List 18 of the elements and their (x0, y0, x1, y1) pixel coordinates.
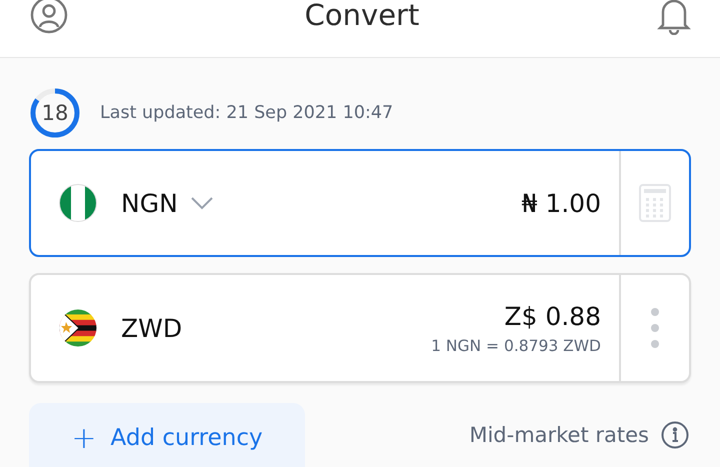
currency-code: NGN (121, 188, 178, 218)
info-icon[interactable] (661, 421, 689, 449)
countdown-ring: 18 (28, 86, 82, 140)
amount-text: Z$ 0.88 (504, 302, 601, 330)
amount-text: ₦ 1.00 (521, 188, 601, 218)
last-updated-text: Last updated: 21 Sep 2021 10:47 (100, 103, 394, 123)
page-title: Convert (304, 0, 420, 32)
currency-card[interactable]: ZWD Z$ 0.88 1 NGN = 0.8793 ZWD (29, 273, 691, 383)
profile-icon[interactable] (30, 0, 68, 34)
flag-icon (59, 309, 97, 347)
mid-market-rates-label: Mid-market rates (469, 423, 649, 447)
currency-card[interactable]: NGN ₦ 1.00 (29, 149, 691, 257)
chevron-down-icon[interactable] (190, 196, 214, 210)
currency-code: ZWD (121, 314, 182, 342)
bell-icon[interactable] (656, 0, 692, 35)
add-currency-button[interactable]: + Add currency (29, 403, 305, 467)
flag-icon (59, 184, 97, 222)
exchange-rate-text: 1 NGN = 0.8793 ZWD (431, 336, 601, 354)
